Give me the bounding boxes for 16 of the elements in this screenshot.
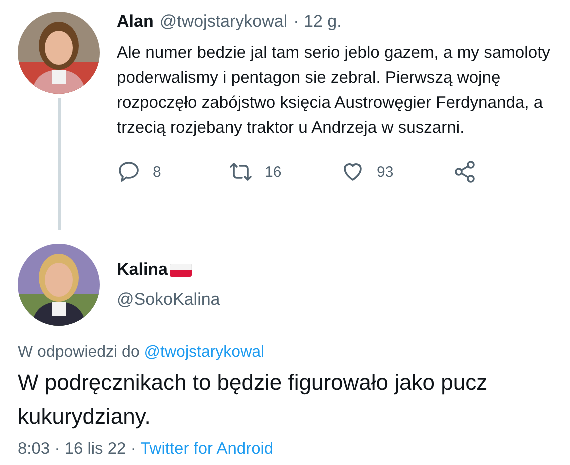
tweet-meta: 8:03 · 16 lis 22 · Twitter for Android [18, 440, 275, 459]
reply-context: W odpowiedzi do @twojstarykowal [18, 344, 266, 362]
author-name[interactable]: Kalina [117, 260, 168, 280]
flag-icon [170, 264, 192, 276]
retweet-button[interactable]: 16 [229, 160, 341, 184]
author-handle[interactable]: @SokoKalina [117, 290, 220, 310]
tweet-time: · 12 g. [294, 12, 342, 32]
reply-button[interactable]: 8 [117, 160, 229, 184]
share-icon [453, 160, 477, 184]
like-button[interactable]: 93 [341, 160, 453, 184]
reply-text: W podręcznikach to będzie figurowało jako pucz kukurydziany. [18, 369, 489, 431]
speech-bubble-icon [117, 160, 141, 184]
tweet-text: Ale numer bedzie jal tam serio jeblo gazem, a my samoloty poderwalismy i pentagon sie zebral. Pierwszą wojnę rozpoczęło zabójstwo księcia Austrowęgier Ferdynanda, a trzecią rozjebany traktor u Andrzeja w suszarni. [117, 42, 552, 139]
retweet-icon [229, 160, 253, 184]
author-name[interactable]: Alan [117, 12, 154, 32]
author-handle[interactable]: @twojstarykowal [160, 12, 288, 32]
